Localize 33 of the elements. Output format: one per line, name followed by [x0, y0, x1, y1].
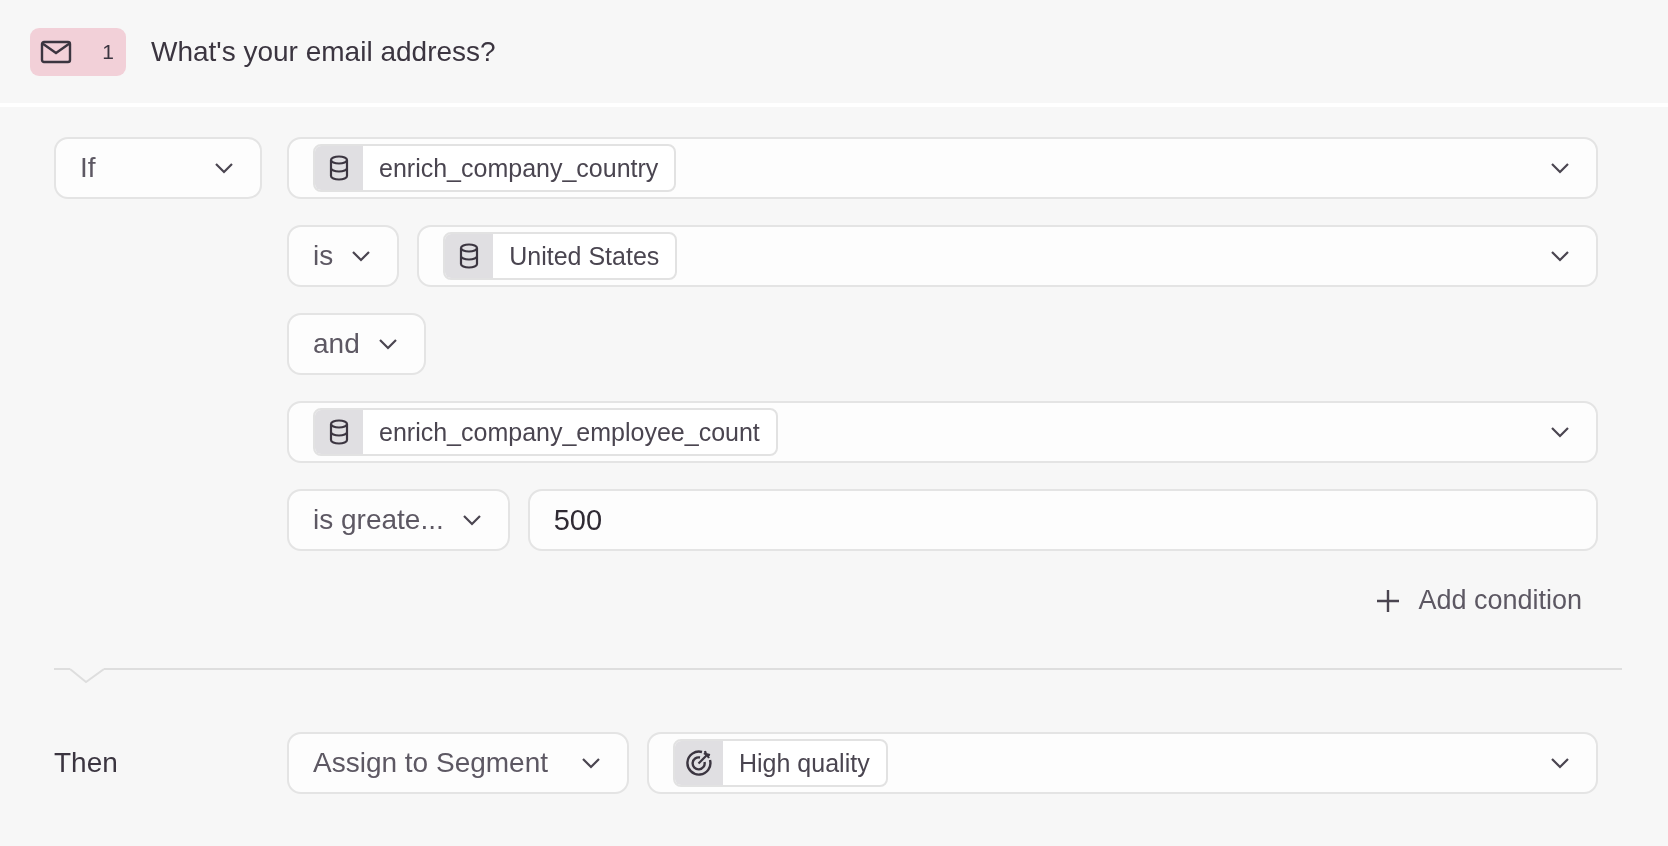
chevron-down-icon: [377, 338, 398, 350]
chevron-down-icon: [461, 514, 482, 526]
question-number: 1: [102, 39, 114, 64]
tag-label: enrich_company_country: [378, 152, 660, 184]
then-label: Then: [54, 747, 118, 779]
database-icon: [329, 419, 349, 445]
attribute-select[interactable]: enrich_company_employee_count: [287, 401, 1598, 463]
chevron-down-icon: [581, 757, 601, 769]
chevron-down-icon: [1550, 162, 1570, 174]
operator-select[interactable]: is greate...: [287, 489, 510, 551]
chevron-down-icon: [351, 250, 372, 262]
database-icon: [329, 155, 349, 181]
action-select[interactable]: Assign to Segment: [287, 732, 629, 794]
target-icon: [685, 749, 713, 777]
plus-icon: [1376, 588, 1401, 613]
chevron-down-icon: [214, 162, 234, 174]
tag-label: United States: [508, 240, 661, 272]
envelope-icon: [40, 39, 72, 64]
if-select[interactable]: If: [54, 137, 262, 199]
value-select[interactable]: United States: [417, 225, 1598, 287]
chevron-down-icon: [1550, 757, 1570, 769]
tag-label: enrich_company_employee_count: [378, 416, 761, 448]
tag-label: High quality: [738, 747, 871, 779]
segment-select[interactable]: High quality: [647, 732, 1598, 794]
operator-select[interactable]: is: [287, 225, 400, 287]
joiner-select[interactable]: and: [287, 313, 426, 375]
attribute-select[interactable]: enrich_company_country: [287, 137, 1598, 199]
chevron-down-icon: [1550, 250, 1570, 262]
add-condition-button[interactable]: Add condition: [1360, 579, 1598, 622]
question-title: What's your email address?: [151, 35, 496, 68]
chevron-down-icon: [1550, 426, 1570, 438]
value-input[interactable]: 500: [527, 489, 1598, 551]
database-icon: [459, 243, 480, 269]
